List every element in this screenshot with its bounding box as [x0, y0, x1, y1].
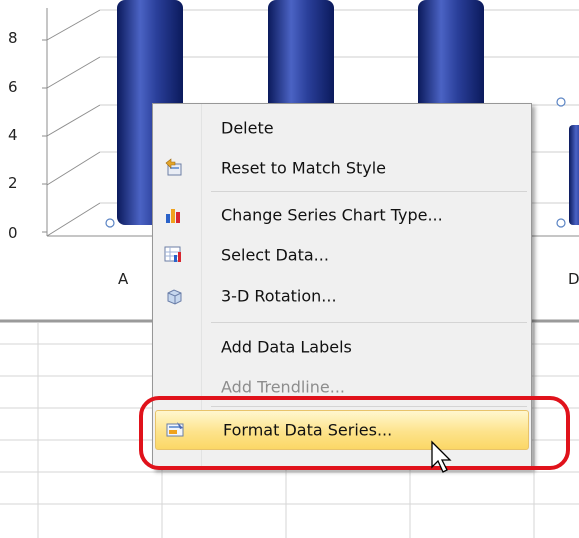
menu-item-label: Reset to Match Style: [221, 158, 387, 178]
reset-style-icon: [164, 158, 184, 178]
y-tick-label: 8: [8, 29, 18, 47]
menu-item-add-data-labels[interactable]: Add Data Labels: [154, 327, 530, 367]
menu-item-reset-style[interactable]: Reset to Match Style: [154, 148, 530, 188]
cube-icon: [164, 286, 184, 306]
y-tick-label: 6: [8, 78, 18, 96]
x-category-label: A: [118, 270, 129, 288]
y-tick-label: 0: [8, 224, 18, 242]
highlight-annotation: [139, 396, 570, 470]
menu-item-change-chart-type[interactable]: Change Series Chart Type...: [154, 195, 530, 235]
menu-item-3d-rotation[interactable]: 3-D Rotation...: [154, 276, 530, 316]
menu-item-label: 3-D Rotation...: [221, 286, 337, 306]
x-category-label: D: [568, 270, 579, 288]
menu-item-delete[interactable]: Delete: [154, 108, 530, 148]
y-tick-label: 4: [8, 126, 18, 144]
y-tick-label: 2: [8, 174, 18, 192]
menu-separator: [211, 191, 527, 192]
menu-item-label: Add Trendline...: [221, 377, 345, 397]
menu-item-label: Add Data Labels: [221, 337, 352, 357]
menu-item-select-data[interactable]: Select Data...: [154, 235, 530, 275]
menu-item-label: Change Series Chart Type...: [221, 205, 443, 225]
menu-separator: [211, 322, 527, 323]
bar-chart-icon: [164, 205, 184, 225]
chart-bar-d[interactable]: [569, 125, 579, 225]
select-data-icon: [164, 245, 184, 265]
mouse-pointer-icon: [430, 440, 460, 480]
screenshot-stage: 8 6 4 2 0 A D Delete Reset to Match Styl…: [0, 0, 579, 538]
menu-item-label: Delete: [221, 118, 274, 138]
menu-item-label: Select Data...: [221, 245, 329, 265]
